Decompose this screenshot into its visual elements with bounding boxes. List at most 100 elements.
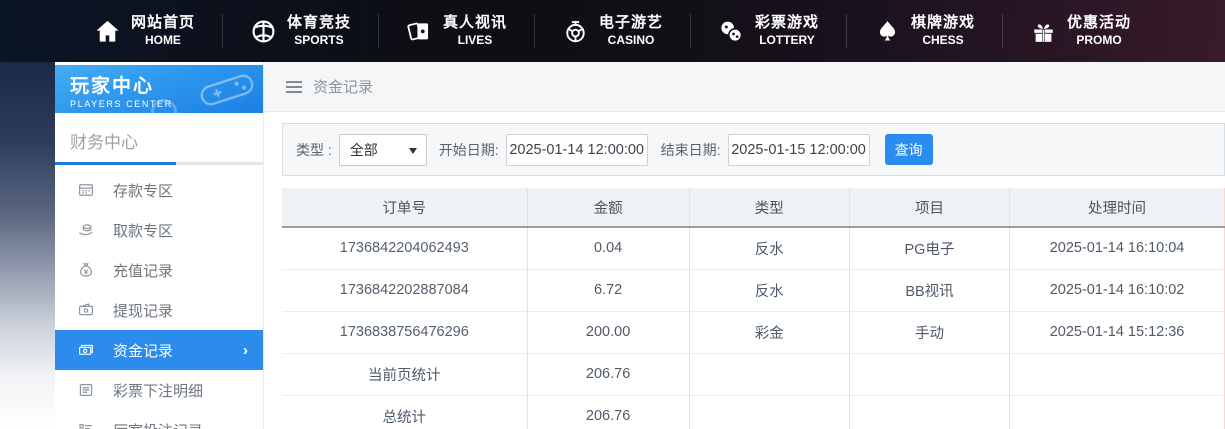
table-row-page-total: 当前页统计 206.76 — [282, 353, 1225, 395]
cell-time: 2025-01-14 16:10:02 — [1010, 269, 1225, 311]
nav-item-home[interactable]: 网站首页 HOME — [67, 14, 222, 48]
nav-item-label: 彩票游戏 LOTTERY — [755, 14, 819, 48]
sidebar-item-label: 资金记录 — [113, 340, 173, 361]
sidebar-item-fund-records[interactable]: 资金记录 › — [55, 330, 263, 370]
playing-cards-icon — [406, 18, 433, 45]
cell-amount: 6.72 — [527, 269, 689, 311]
type-select-value: 全部 — [350, 140, 378, 160]
column-header-time: 处理时间 — [1010, 188, 1225, 227]
cell-grand-total-label: 总统计 — [282, 395, 527, 429]
nav-item-label: 真人视讯 LIVES — [443, 14, 507, 48]
nav-item-sports[interactable]: 体育竞技 SPORTS — [222, 14, 378, 48]
cell-project: 手动 — [849, 311, 1009, 353]
sidebar-item-label: 取款专区 — [113, 220, 173, 241]
cell-amount: 0.04 — [527, 227, 689, 269]
sidebar-item-label: 厅室投注记录 — [113, 420, 203, 429]
filter-bar: 类型 : 全部 开始日期: 结束日期: 查询 — [282, 123, 1225, 176]
sidebar-item-label: 充值记录 — [113, 260, 173, 281]
banknotes-icon — [77, 341, 95, 359]
cell-empty — [849, 395, 1009, 429]
deposit-card-icon — [77, 181, 95, 199]
nav-item-label: 优惠活动 PROMO — [1067, 14, 1131, 48]
table-row: 1736842204062493 0.04 反水 PG电子 2025-01-14… — [282, 227, 1225, 269]
nav-item-lottery[interactable]: 彩票游戏 LOTTERY — [690, 14, 846, 48]
gift-icon — [1030, 18, 1057, 45]
cell-order-no: 1736842204062493 — [282, 227, 527, 269]
nav-item-label: 体育竞技 SPORTS — [287, 14, 351, 48]
sidebar-item-label: 提现记录 — [113, 300, 173, 321]
cell-order-no: 1736842202887084 — [282, 269, 527, 311]
type-label: 类型 : — [296, 140, 332, 160]
nav-item-casino[interactable]: 电子游艺 CASINO — [534, 14, 690, 48]
sidebar-item-label: 彩票下注明细 — [113, 380, 203, 401]
sidebar-section-title: 财务中心 — [55, 113, 263, 153]
cell-project: BB视讯 — [849, 269, 1009, 311]
table-row: 1736838756476296 200.00 彩金 手动 2025-01-14… — [282, 311, 1225, 353]
page-title: 资金记录 — [313, 76, 373, 97]
wallet-icon — [77, 301, 95, 319]
table-row: 1736842202887084 6.72 反水 BB视讯 2025-01-14… — [282, 269, 1225, 311]
cell-empty — [689, 395, 849, 429]
nav-item-label: 网站首页 HOME — [131, 14, 195, 48]
lottery-balls-icon — [718, 18, 745, 45]
search-button[interactable]: 查询 — [885, 134, 933, 165]
table-header-row: 订单号 金额 类型 项目 处理时间 — [282, 188, 1225, 227]
column-header-type: 类型 — [689, 188, 849, 227]
spade-icon — [874, 18, 901, 45]
cell-time: 2025-01-14 15:12:36 — [1010, 311, 1225, 353]
nav-item-label: 电子游艺 CASINO — [599, 14, 663, 48]
sidebar-item-withdrawal-records[interactable]: 提现记录 — [55, 290, 263, 330]
column-header-amount: 金额 — [527, 188, 689, 227]
cell-empty — [849, 353, 1009, 395]
cell-type: 反水 — [689, 269, 849, 311]
basketball-icon — [250, 18, 277, 45]
money-bag-icon — [77, 261, 95, 279]
table-row-grand-total: 总统计 206.76 — [282, 395, 1225, 429]
column-header-order-no: 订单号 — [282, 188, 527, 227]
end-date-label: 结束日期: — [661, 140, 721, 160]
list-icon — [77, 421, 95, 429]
home-icon — [94, 18, 121, 45]
cell-page-total-label: 当前页统计 — [282, 353, 527, 395]
top-nav: 网站首页 HOME 体育竞技 SPORTS 真人视讯 LIVES 电子游艺 CA… — [0, 0, 1225, 62]
document-icon — [77, 381, 95, 399]
sidebar: 玩家中心 PLAYERS CENTER 财务中心 存款专区 取款专区 充值记录 — [55, 62, 264, 429]
sidebar-item-recharge-records[interactable]: 充值记录 — [55, 250, 263, 290]
sidebar-item-lottery-bet-detail[interactable]: 彩票下注明细 — [55, 370, 263, 410]
sidebar-header: 玩家中心 PLAYERS CENTER — [55, 65, 263, 113]
type-select[interactable]: 全部 — [339, 134, 427, 166]
cell-empty — [689, 353, 849, 395]
banner-background — [0, 62, 55, 429]
fund-records-table: 订单号 金额 类型 项目 处理时间 1736842204062493 0.04 … — [282, 188, 1225, 429]
chevron-right-icon: › — [243, 342, 248, 359]
nav-item-lives[interactable]: 真人视讯 LIVES — [378, 14, 534, 48]
cell-type: 彩金 — [689, 311, 849, 353]
sidebar-item-withdraw-zone[interactable]: 取款专区 — [55, 210, 263, 250]
cell-time: 2025-01-14 16:10:04 — [1010, 227, 1225, 269]
start-date-label: 开始日期: — [439, 140, 499, 160]
hand-money-icon — [77, 221, 95, 239]
roulette-icon — [562, 18, 589, 45]
sidebar-item-hall-bet-records[interactable]: 厅室投注记录 — [55, 410, 263, 429]
menu-toggle-icon[interactable] — [286, 81, 302, 93]
cell-page-total-amount: 206.76 — [527, 353, 689, 395]
cell-empty — [1010, 395, 1225, 429]
nav-item-chess[interactable]: 棋牌游戏 CHESS — [846, 14, 1002, 48]
end-date-input[interactable] — [728, 134, 870, 166]
gamepad-icon — [195, 69, 259, 113]
sidebar-item-label: 存款专区 — [113, 180, 173, 201]
chevron-down-icon — [409, 148, 417, 154]
breadcrumb: 资金记录 — [264, 62, 1225, 112]
sidebar-item-deposit-zone[interactable]: 存款专区 — [55, 170, 263, 210]
nav-item-promo[interactable]: 优惠活动 PROMO — [1002, 14, 1158, 48]
cell-order-no: 1736838756476296 — [282, 311, 527, 353]
column-header-project: 项目 — [849, 188, 1009, 227]
cell-type: 反水 — [689, 227, 849, 269]
cell-project: PG电子 — [849, 227, 1009, 269]
section-underline — [55, 162, 263, 165]
main-content: 资金记录 类型 : 全部 开始日期: 结束日期: 查询 订单号 金额 类型 项目… — [264, 62, 1225, 429]
cell-amount: 200.00 — [527, 311, 689, 353]
cell-grand-total-amount: 206.76 — [527, 395, 689, 429]
cell-empty — [1010, 353, 1225, 395]
start-date-input[interactable] — [506, 134, 648, 166]
